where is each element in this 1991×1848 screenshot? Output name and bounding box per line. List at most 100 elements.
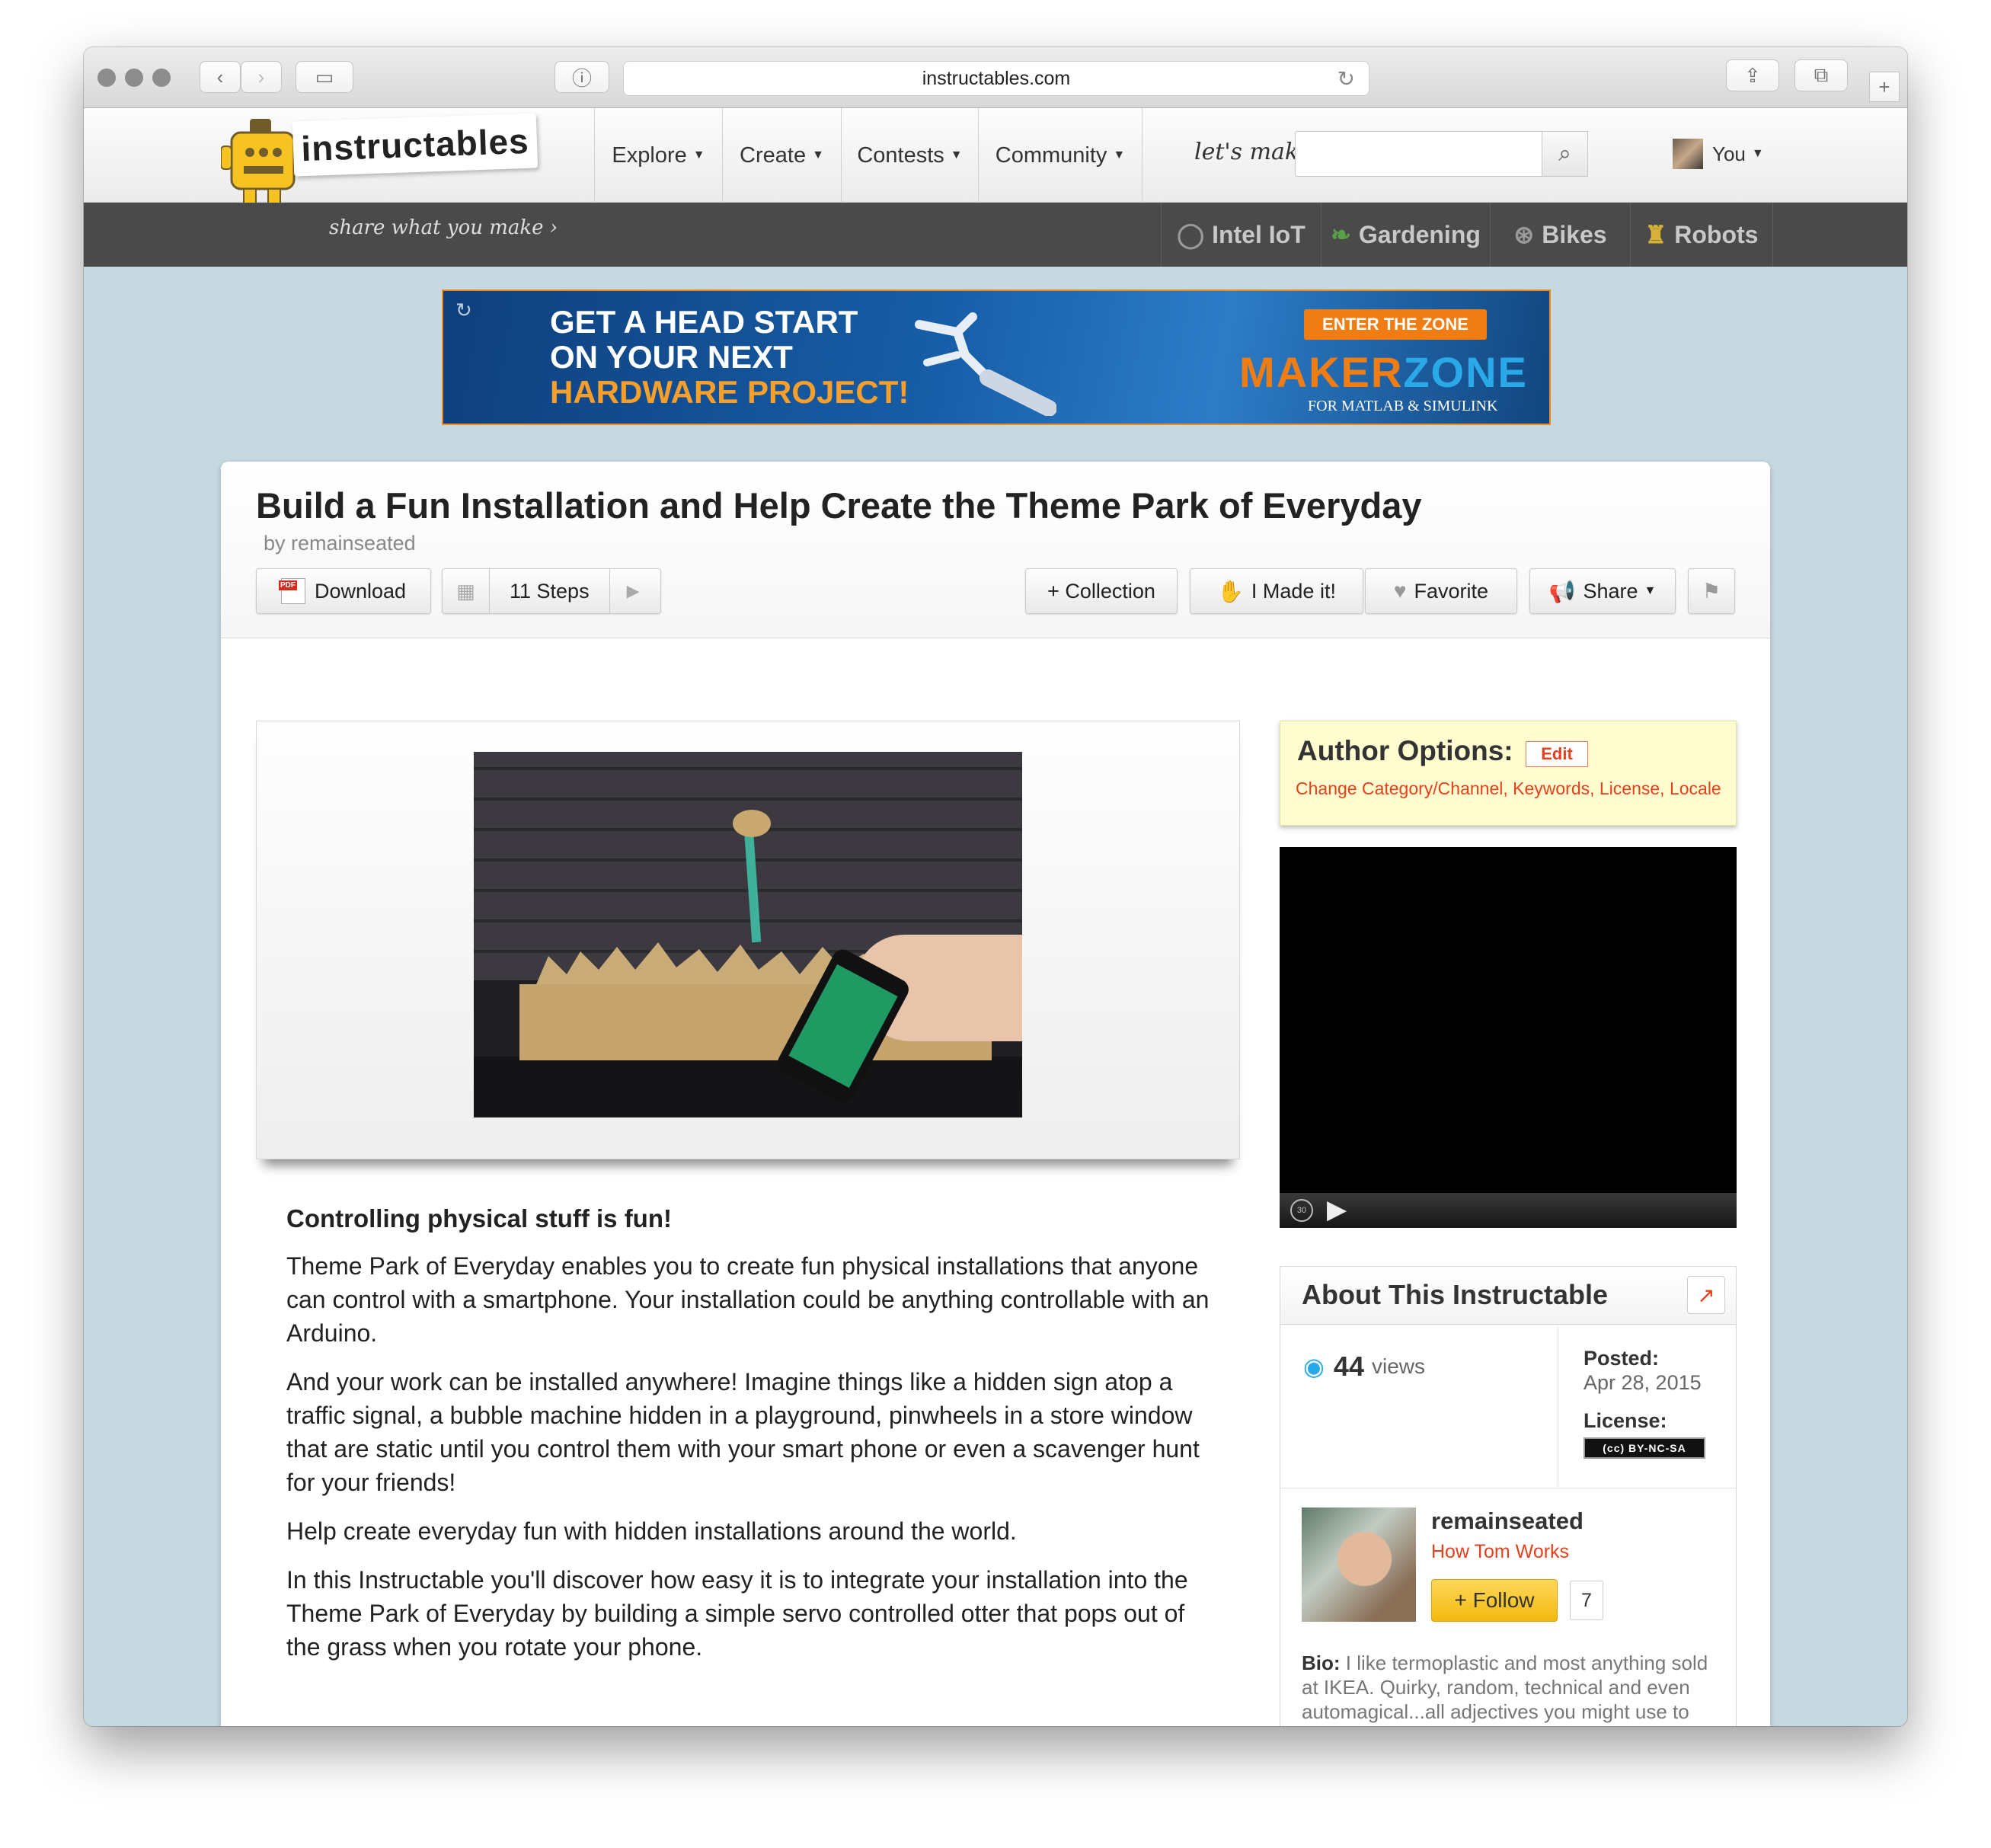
nav-create[interactable]: Create ▼ [722, 108, 841, 203]
nav-explore[interactable]: Explore ▼ [594, 108, 722, 203]
play-icon[interactable]: ▶ [609, 569, 657, 613]
edit-button[interactable]: Edit [1526, 741, 1588, 767]
replay-30-icon[interactable]: 30 [1290, 1199, 1313, 1222]
steps-navigator[interactable]: ▦ 11 Steps ▶ [442, 568, 661, 614]
sidebar-icon: ▭ [315, 65, 334, 88]
share-label: Share [1583, 579, 1638, 603]
article-heading: Controlling physical stuff is fun! [286, 1204, 672, 1233]
close-window-button[interactable] [97, 69, 116, 87]
zoom-window-button[interactable] [152, 69, 171, 87]
channel-bikes[interactable]: ⊛ Bikes [1490, 203, 1630, 267]
collection-label: + Collection [1047, 579, 1155, 603]
download-button[interactable]: Download [256, 568, 431, 614]
author-name[interactable]: remainseated [1431, 1507, 1584, 1535]
author-options-title: Author Options: [1297, 735, 1513, 766]
caret-down-icon: ▼ [950, 149, 963, 161]
ad-brand-b: ZONE [1403, 348, 1528, 396]
search-icon: ⌕ [1558, 141, 1571, 166]
chevron-left-icon: ‹ [216, 65, 224, 88]
plus-icon: + [1878, 75, 1890, 98]
ad-banner[interactable]: ↻ GET A HEAD START ON YOUR NEXT HARDWARE… [442, 289, 1551, 425]
back-button[interactable]: ‹ [200, 61, 241, 93]
share-button[interactable]: 📢 Share ▼ [1529, 568, 1676, 614]
hero-image-frame[interactable] [256, 721, 1240, 1159]
steps-label: 11 Steps [510, 579, 590, 603]
license-badge[interactable]: (cc) BY-NC-SA [1584, 1437, 1705, 1459]
article-paragraph: Help create everyday fun with hidden ins… [286, 1517, 1017, 1545]
article-paragraph: And your work can be installed anywhere!… [286, 1368, 1200, 1496]
video-controls: 30 ▶ [1280, 1193, 1737, 1228]
channel-label: Gardening [1358, 220, 1481, 248]
channel-gardening[interactable]: ❧ Gardening [1321, 203, 1490, 267]
user-menu[interactable]: You ▼ [1673, 139, 1764, 169]
ad-brand-sub: FOR MATLAB & SIMULINK [1308, 398, 1498, 414]
site-logo[interactable]: instructables [292, 113, 538, 177]
ad-cta[interactable]: ENTER THE ZONE [1304, 309, 1487, 340]
article-paragraph: Theme Park of Everyday enables you to cr… [286, 1252, 1210, 1347]
nav-community[interactable]: Community ▼ [978, 108, 1143, 203]
hero-image[interactable] [474, 752, 1022, 1117]
address-bar[interactable]: instructables.com ↻ [623, 61, 1369, 96]
tabs-icon: ⧉ [1814, 63, 1829, 86]
sidebar-button[interactable]: ▭ [296, 61, 353, 93]
site-info-button[interactable]: ⓘ [554, 61, 609, 93]
wheel-icon: ⊛ [1513, 221, 1535, 248]
bio-label: Bio: [1302, 1651, 1341, 1674]
otter-figure [733, 810, 771, 837]
i-made-it-button[interactable]: ✋ I Made it! [1190, 568, 1363, 614]
ad-brand-a: MAKER [1239, 348, 1404, 396]
site-tagline[interactable]: share what you make › [329, 216, 558, 239]
author-options-links[interactable]: Change Category/Channel, Keywords, Licen… [1296, 778, 1722, 799]
posted-label: Posted: [1584, 1347, 1660, 1370]
follower-count: 7 [1570, 1581, 1603, 1620]
author-affiliation[interactable]: How Tom Works [1431, 1541, 1569, 1563]
stats-chart-icon[interactable]: ↗ [1687, 1276, 1725, 1314]
views-label: views [1371, 1354, 1425, 1378]
reload-icon[interactable]: ↻ [1337, 66, 1355, 91]
tabs-button[interactable]: ⧉ [1794, 59, 1848, 91]
follow-button[interactable]: + Follow [1431, 1579, 1558, 1622]
instructable-header: Build a Fun Installation and Help Create… [221, 462, 1770, 638]
channel-robots[interactable]: ♜ Robots [1630, 203, 1773, 267]
favorite-button[interactable]: ♥ Favorite [1365, 568, 1517, 614]
search-input[interactable] [1295, 131, 1542, 177]
table-surface [474, 1057, 1022, 1117]
caret-down-icon: ▼ [1113, 149, 1126, 161]
leaf-icon: ❧ [1331, 221, 1351, 248]
collection-button[interactable]: + Collection [1025, 568, 1178, 614]
author-options-box: Author Options: Edit Change Category/Cha… [1280, 721, 1737, 826]
about-title: About This Instructable [1302, 1279, 1609, 1310]
grid-icon[interactable]: ▦ [443, 569, 490, 613]
minimize-window-button[interactable] [125, 69, 143, 87]
share-button[interactable]: ⇪ [1726, 59, 1779, 91]
author-bio: Bio: I like termoplastic and most anythi… [1302, 1651, 1728, 1726]
user-label: You [1712, 142, 1746, 165]
ad-line3: HARDWARE PROJECT! [550, 374, 909, 410]
license-label: License: [1584, 1409, 1667, 1432]
channel-label: Bikes [1542, 220, 1607, 248]
search-button[interactable]: ⌕ [1542, 131, 1588, 177]
download-label: Download [314, 579, 407, 603]
nav-contests-label: Contests [857, 142, 944, 168]
nav-contests[interactable]: Contests ▼ [841, 108, 978, 203]
ad-line2: ON YOUR NEXT [550, 339, 793, 375]
forward-button[interactable]: › [241, 61, 282, 93]
video-player[interactable]: 30 ▶ [1280, 847, 1737, 1228]
play-icon[interactable]: ▶ [1327, 1194, 1347, 1225]
channel-label: Robots [1674, 220, 1759, 248]
author-byline[interactable]: by remainseated [264, 532, 416, 555]
flag-button[interactable]: ⚑ [1688, 568, 1735, 614]
flag-icon: ⚑ [1702, 579, 1721, 603]
robot-hand-icon [915, 312, 1056, 416]
author-avatar[interactable] [1302, 1507, 1416, 1622]
channel-intel-iot[interactable]: ◯ Intel IoT [1161, 203, 1321, 267]
favorite-label: Favorite [1414, 579, 1489, 603]
article-body: Controlling physical stuff is fun! Theme… [286, 1202, 1216, 1679]
new-tab-button[interactable]: + [1869, 72, 1900, 102]
channel-label: Intel IoT [1212, 220, 1305, 248]
intel-icon: ◯ [1177, 221, 1205, 248]
article-paragraph: In this Instructable you'll discover how… [286, 1566, 1188, 1661]
posted-date: Apr 28, 2015 [1584, 1371, 1702, 1394]
eye-icon: ◉ [1303, 1353, 1325, 1380]
ad-headline: GET A HEAD START ON YOUR NEXT HARDWARE P… [550, 305, 909, 410]
